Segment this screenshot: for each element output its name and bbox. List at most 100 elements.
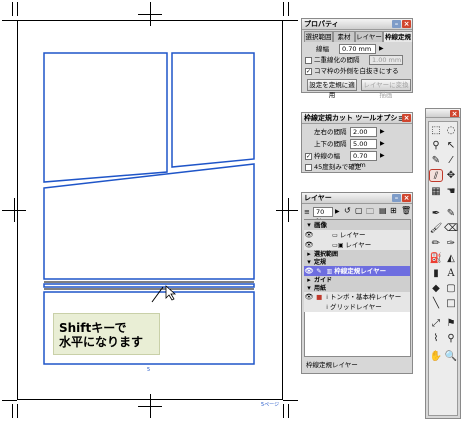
layer-type-icon: ▭▣ xyxy=(332,242,346,249)
opacity-arrow-icon[interactable]: ▶ xyxy=(335,208,340,215)
frame-width-label: 枠線の幅 xyxy=(314,152,340,160)
layer-title-bar[interactable]: レイヤー – × xyxy=(302,193,412,204)
text-tool-icon[interactable]: A xyxy=(444,267,458,280)
page-number: 5 xyxy=(147,367,151,373)
layer-folder-guide[interactable]: ▸ ガイド xyxy=(304,276,410,284)
line-width-arrow-icon[interactable]: ▶ xyxy=(379,45,384,52)
layer-row[interactable]: 👁 ▭▣ レイヤー xyxy=(304,240,410,250)
expand-icon[interactable]: ▾ xyxy=(304,284,314,292)
new-folder-icon[interactable]: ▢ xyxy=(355,206,363,215)
merge-layer-icon[interactable]: ⊞ xyxy=(390,206,397,215)
snap45-checkbox[interactable] xyxy=(305,163,312,171)
eye-icon[interactable]: 👁 xyxy=(304,240,314,250)
close-icon[interactable]: × xyxy=(402,20,411,28)
pen-icon[interactable]: ✒ xyxy=(429,207,443,220)
tool-palette-title-bar[interactable]: × xyxy=(426,109,460,118)
move-pointer-icon[interactable]: ↖ xyxy=(444,139,458,152)
layer-row-selected[interactable]: 👁 ✎ ▥ 枠線定規レイヤー xyxy=(304,266,410,276)
layer-mode-icon[interactable]: ≡ xyxy=(304,208,310,216)
lock-icon[interactable]: ■ xyxy=(316,292,324,302)
gradient-icon[interactable]: ▮ xyxy=(429,267,443,280)
minimize-icon[interactable]: – xyxy=(392,194,401,202)
tb-gap-arrow-icon[interactable]: ▶ xyxy=(380,140,385,147)
close-icon[interactable]: × xyxy=(450,110,459,117)
tab-material[interactable]: 素材 xyxy=(333,31,355,42)
outside-white-label: コマ枠の外側を白抜きにする xyxy=(314,67,399,75)
layer-folder-image[interactable]: ▾ 画像 xyxy=(304,220,410,230)
tb-gap-field[interactable]: 5.00 mm xyxy=(350,139,377,157)
expand-icon[interactable]: ▾ xyxy=(304,258,314,266)
properties-title-bar[interactable]: プロパティ – × xyxy=(302,19,412,30)
layer-row[interactable]: ⁞ グリッドレイヤー xyxy=(304,302,410,312)
outside-white-checkbox[interactable]: ✓ xyxy=(305,67,312,75)
opacity-field[interactable]: 70 % xyxy=(313,207,333,225)
frame-width-arrow-icon[interactable]: ▶ xyxy=(380,152,385,159)
eyedropper-icon[interactable]: ⌇ xyxy=(429,332,443,345)
double-line-field[interactable]: 1.00 mm xyxy=(369,55,403,65)
line-width-field[interactable]: 0.70 mm xyxy=(339,44,376,54)
layer-status: 枠線定規レイヤー xyxy=(306,361,358,369)
tab-layer[interactable]: レイヤー xyxy=(355,31,383,42)
eye-icon[interactable]: 👁 xyxy=(304,230,314,240)
layer-row[interactable]: 👁 ■ ⁞ トンボ・基本枠レイヤー xyxy=(304,292,410,302)
annotation-note: Shiftキーで 水平になります xyxy=(53,313,160,355)
balloon-icon[interactable]: ⚲ xyxy=(444,332,458,345)
eye-icon[interactable]: 👁 xyxy=(304,266,314,276)
frame-ruler-cut-icon[interactable]: ⫽ xyxy=(429,169,443,182)
eraser-icon[interactable]: ⌫ xyxy=(444,222,458,235)
copy-layer-icon[interactable]: ▤ xyxy=(379,206,387,215)
panel-frames[interactable] xyxy=(0,0,300,421)
airbrush-icon[interactable]: ✑ xyxy=(444,237,458,250)
double-line-checkbox[interactable] xyxy=(305,56,312,64)
line-icon[interactable]: ⁄ xyxy=(444,154,458,167)
tab-frame-ruler[interactable]: 枠線定規 xyxy=(383,31,413,42)
box-icon[interactable]: □ xyxy=(444,297,458,310)
fill-icon[interactable]: ⛽ xyxy=(429,252,443,265)
folder-icon[interactable]: 🗀 xyxy=(366,206,374,220)
expand-icon[interactable]: ▸ xyxy=(304,276,314,284)
lr-gap-arrow-icon[interactable]: ▶ xyxy=(380,128,385,135)
minimize-icon[interactable]: – xyxy=(392,20,401,28)
zoom-icon[interactable]: 🔍 xyxy=(444,350,458,363)
panel-top-left xyxy=(43,52,168,183)
gradient-fill-icon[interactable]: ◭ xyxy=(444,252,458,265)
shape-icon[interactable]: ◆ xyxy=(429,282,443,295)
frame-width-checkbox[interactable]: ✓ xyxy=(305,152,312,160)
delete-layer-icon[interactable]: 🗑 xyxy=(401,206,411,215)
expand-icon[interactable]: ▾ xyxy=(304,220,314,230)
pencil-icon[interactable]: ✏ xyxy=(429,237,443,250)
expand-icon[interactable]: ▸ xyxy=(304,250,314,258)
pen-icon[interactable]: ✎ xyxy=(316,266,324,276)
close-icon[interactable]: × xyxy=(402,114,411,122)
magnifier-icon[interactable]: ⚲ xyxy=(429,139,443,152)
transform-icon[interactable]: ⤢ xyxy=(429,317,443,330)
tool-options-title-bar[interactable]: 枠線定規カット ツールオプション × xyxy=(302,113,412,124)
hand-icon[interactable]: ✋ xyxy=(429,350,443,363)
lr-gap-field[interactable]: 2.00 mm xyxy=(350,127,377,145)
convert-layer-button[interactable]: レイヤーに変換描画 xyxy=(361,79,411,99)
tab-selection[interactable]: 選択範囲 xyxy=(304,31,333,42)
stamp-icon[interactable]: ⚑ xyxy=(444,317,458,330)
manga-page-canvas[interactable]: Shiftキーで 水平になります 5 5ページ xyxy=(0,0,300,421)
brush-icon[interactable]: 🖌 xyxy=(429,222,443,235)
apply-to-ruler-button[interactable]: 設定を定規に適用 xyxy=(307,79,357,99)
close-icon[interactable]: × xyxy=(402,194,411,202)
layer-folder-selection[interactable]: ▸ 選択範囲 xyxy=(304,250,410,258)
move-icon[interactable]: ✥ xyxy=(444,169,458,182)
marker-icon[interactable]: ✎ xyxy=(444,207,458,220)
lasso-icon[interactable]: ◌ xyxy=(444,124,458,137)
new-layer-icon[interactable]: ↺ xyxy=(344,206,351,215)
rect-select-icon[interactable]: ⬚ xyxy=(429,124,443,137)
ruler-icon[interactable]: ▦ xyxy=(429,185,443,198)
select-pen-icon[interactable]: ✎ xyxy=(429,154,443,167)
straight-line-icon[interactable]: ╲ xyxy=(429,297,443,310)
layer-folder-paper[interactable]: ▾ 用紙 xyxy=(304,284,410,292)
layer-row[interactable]: 👁 ▭ レイヤー xyxy=(304,230,410,240)
frame-width-field[interactable]: 0.70 mm xyxy=(350,151,377,169)
layer-folder-ruler[interactable]: ▾ 定規 xyxy=(304,258,410,266)
rectangle-icon[interactable]: ▢ xyxy=(444,282,458,295)
outside-white-row: ✓ コマ枠の外側を白抜きにする xyxy=(305,66,399,76)
eye-icon[interactable]: 👁 xyxy=(304,292,314,302)
properties-title: プロパティ xyxy=(304,20,339,28)
hand-pointer-icon[interactable]: ☚ xyxy=(444,185,458,198)
